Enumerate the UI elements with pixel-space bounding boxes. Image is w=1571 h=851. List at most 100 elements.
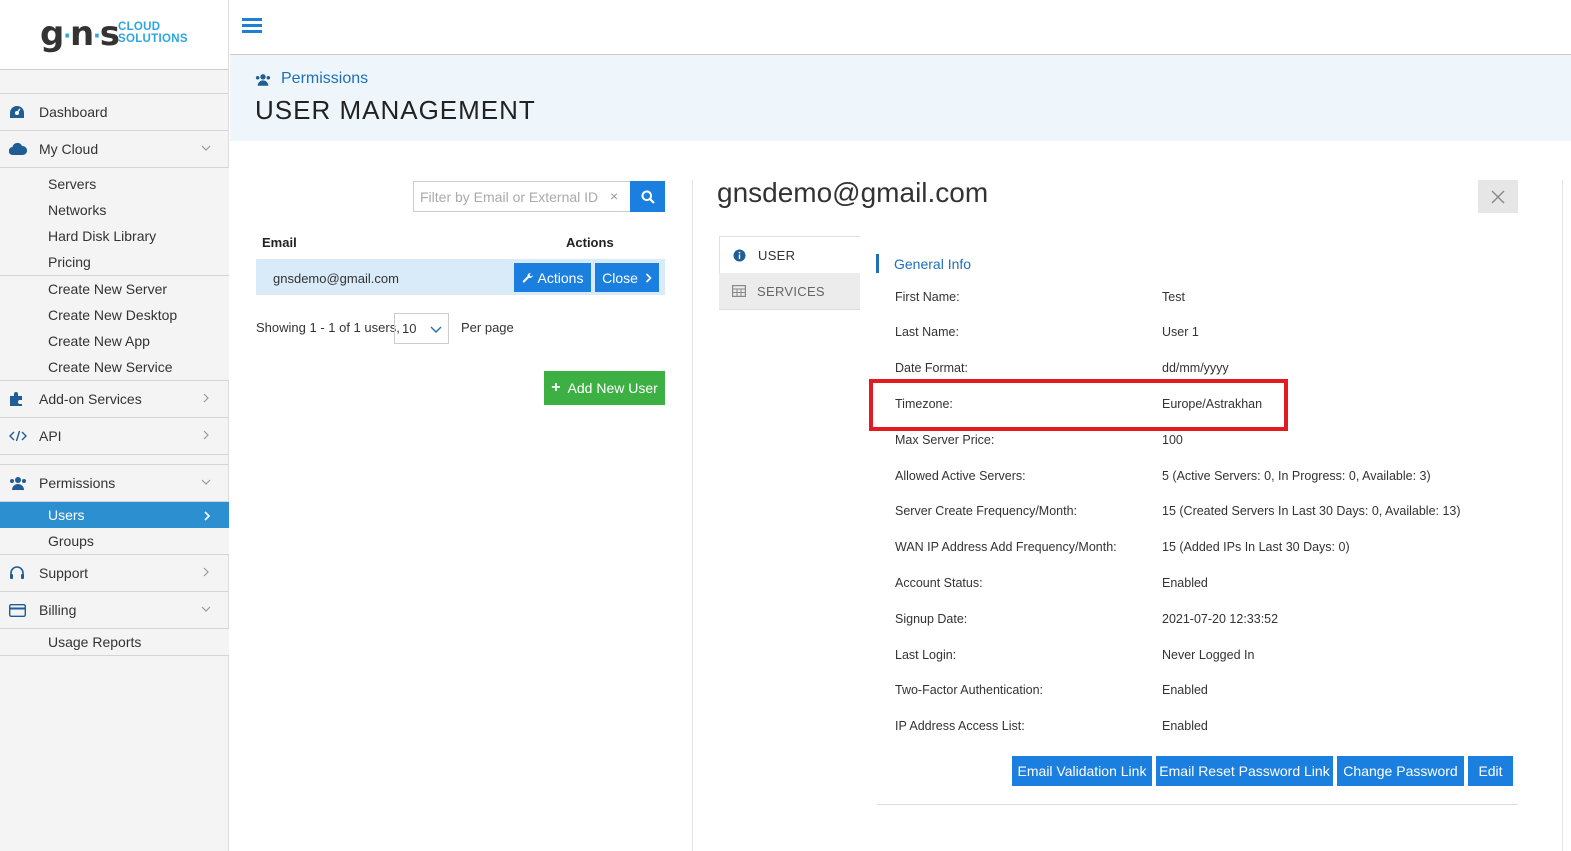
chevron-down-icon [430, 326, 442, 333]
chevron-right-icon [203, 393, 209, 403]
sidebar-item-addon-services[interactable]: Add-on Services [0, 380, 229, 417]
detail-email-title: gnsdemo@gmail.com [717, 177, 989, 208]
billing-submenu: Usage Reports [0, 628, 229, 656]
tab-services[interactable]: SERVICES [719, 273, 860, 310]
chevron-right-icon [203, 430, 209, 440]
field-value: 15 (Added IPs In Last 30 Days: 0) [1162, 540, 1350, 554]
panel-divider [1562, 180, 1563, 851]
row-email: gnsdemo@gmail.com [273, 271, 399, 286]
field-label: Last Name: [895, 325, 959, 339]
sidebar-item-usage-reports[interactable]: Usage Reports [0, 629, 229, 655]
sidebar-item-api[interactable]: API [0, 417, 229, 454]
chevron-down-icon [201, 606, 211, 612]
field-label: Allowed Active Servers: [895, 469, 1026, 483]
permissions-submenu: Users Groups [0, 501, 229, 554]
wrench-icon [522, 272, 533, 283]
sidebar-item-pricing[interactable]: Pricing [0, 249, 229, 275]
section-title: General Info [894, 256, 972, 272]
edit-button[interactable]: Edit [1468, 756, 1513, 786]
sidebar-item-label: Permissions [39, 475, 116, 491]
close-row-button[interactable]: Close [595, 263, 659, 292]
field-label: Max Server Price: [895, 433, 995, 447]
logo[interactable]: g·n·s CLOUD SOLUTIONS [0, 0, 228, 70]
filter-bar: × [413, 181, 665, 212]
dashboard-icon [0, 105, 39, 119]
my-cloud-submenu: Servers Networks Hard Disk Library Prici… [0, 167, 229, 275]
field-value: Never Logged In [1162, 648, 1255, 662]
sidebar-item-networks[interactable]: Networks [0, 197, 229, 223]
search-icon [641, 190, 655, 204]
breadcrumb[interactable]: Permissions [255, 70, 368, 88]
column-header-actions: Actions [566, 235, 614, 250]
table-row[interactable]: gnsdemo@gmail.com Actions Close [256, 259, 665, 295]
add-user-button[interactable]: + Add New User [544, 371, 665, 405]
field-label: Server Create Frequency/Month: [895, 504, 1078, 518]
sidebar-item-create-app[interactable]: Create New App [0, 328, 229, 354]
field-label: Signup Date: [895, 612, 968, 626]
page-title: USER MANAGEMENT [255, 95, 536, 125]
tab-user[interactable]: USER [719, 236, 860, 273]
field-value: Enabled [1162, 719, 1208, 733]
sidebar-item-label: Support [39, 565, 89, 581]
chevron-right-icon [645, 272, 652, 283]
actions-button[interactable]: Actions [514, 263, 591, 292]
field-value: Test [1162, 290, 1185, 304]
chevron-down-icon [201, 479, 211, 485]
cloud-icon [0, 143, 39, 155]
sidebar-item-label: Add-on Services [39, 391, 142, 407]
headset-icon [0, 565, 39, 581]
logo-text: CLOUD SOLUTIONS [118, 21, 188, 45]
puzzle-icon [0, 392, 39, 406]
section-accent [876, 254, 879, 273]
field-label: Account Status: [895, 576, 983, 590]
email-reset-password-button[interactable]: Email Reset Password Link [1156, 756, 1333, 786]
logo-mark: g·n·s [40, 14, 120, 54]
sidebar-item-create-server[interactable]: Create New Server [0, 276, 229, 302]
page-header: Permissions USER MANAGEMENT [230, 55, 1571, 141]
info-icon [720, 249, 758, 262]
sidebar-item-label: Dashboard [39, 104, 108, 120]
clear-filter-icon[interactable]: × [610, 188, 618, 204]
code-icon [0, 430, 39, 442]
credit-card-icon [0, 603, 39, 617]
field-label: WAN IP Address Add Frequency/Month: [895, 540, 1117, 554]
chevron-right-icon [203, 567, 209, 577]
timezone-highlight-box [869, 379, 1288, 431]
field-label: Last Login: [895, 648, 957, 662]
field-label: IP Address Access List: [895, 719, 1025, 733]
sidebar-item-create-desktop[interactable]: Create New Desktop [0, 302, 229, 328]
per-page-select[interactable]: 10 [394, 313, 449, 344]
email-validation-button[interactable]: Email Validation Link [1012, 756, 1152, 786]
column-header-email: Email [262, 235, 297, 250]
field-value: 2021-07-20 12:33:52 [1162, 612, 1279, 626]
table-icon [719, 285, 757, 297]
panel-divider [692, 180, 693, 851]
sidebar-item-servers[interactable]: Servers [0, 171, 229, 197]
hamburger-menu-icon[interactable] [242, 18, 262, 36]
sidebar-item-permissions[interactable]: Permissions [0, 464, 229, 501]
sidebar-item-support[interactable]: Support [0, 554, 229, 591]
filter-input[interactable] [413, 181, 630, 212]
sidebar-item-create-service[interactable]: Create New Service [0, 354, 229, 380]
close-icon [1491, 190, 1505, 203]
chevron-down-icon [201, 145, 211, 151]
create-submenu: Create New Server Create New Desktop Cre… [0, 275, 229, 380]
breadcrumb-label: Permissions [281, 70, 369, 87]
change-password-button[interactable]: Change Password [1337, 756, 1464, 786]
users-icon [0, 476, 39, 490]
field-label: Two-Factor Authentication: [895, 683, 1043, 697]
sidebar-item-my-cloud[interactable]: My Cloud [0, 130, 229, 167]
field-value: Enabled [1162, 683, 1208, 697]
sidebar-item-label: My Cloud [39, 141, 99, 157]
pagination-summary: Showing 1 - 1 of 1 users, [256, 320, 400, 335]
sidebar-item-billing[interactable]: Billing [0, 591, 229, 628]
sidebar-item-hard-disk-library[interactable]: Hard Disk Library [0, 223, 229, 249]
close-detail-button[interactable] [1478, 180, 1518, 213]
search-button[interactable] [630, 181, 665, 212]
chevron-right-icon [204, 511, 211, 521]
sidebar-item-label: API [39, 428, 62, 444]
sidebar-item-users[interactable]: Users [0, 502, 229, 528]
sidebar-item-dashboard[interactable]: Dashboard [0, 93, 229, 130]
sidebar-item-groups[interactable]: Groups [0, 528, 229, 554]
sidebar: g·n·s CLOUD SOLUTIONS Dashboard My Cloud… [0, 0, 229, 851]
